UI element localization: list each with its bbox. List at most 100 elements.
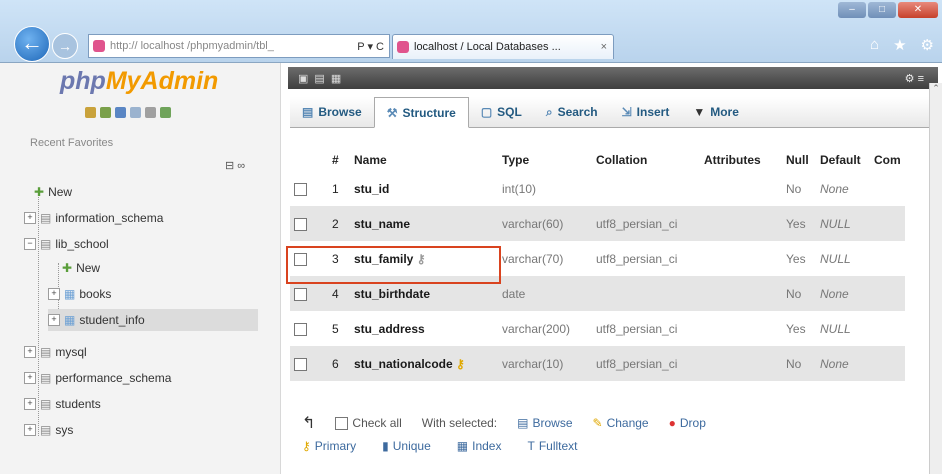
tab-more[interactable]: ▼ More (681, 97, 751, 127)
primary-selected-button[interactable]: ⚷ Primary (302, 439, 356, 453)
forward-button[interactable]: → (52, 33, 78, 59)
pencil-icon: ✎ (592, 416, 603, 430)
tab-favicon-icon (397, 41, 409, 53)
tree-item-information-schema[interactable]: + ▤ information_schema (24, 207, 163, 229)
settings-icon[interactable] (145, 107, 156, 118)
field-null: Yes (782, 206, 816, 241)
row-checkbox[interactable] (294, 217, 307, 231)
field-null: No (782, 276, 816, 311)
check-all-checkbox[interactable] (335, 416, 349, 430)
index-selected-button[interactable]: ▦ Index (457, 439, 502, 453)
database-icon: ▤ (40, 211, 52, 225)
table-tabs: ▤ Browse ⚒ Structure ▢ SQL ⌕ Search ⇲ Insert … (290, 97, 930, 128)
browse-icon: ▤ (302, 105, 314, 119)
col-header-default: Default (820, 153, 861, 167)
tree-item-new-table[interactable]: ✚ New (62, 257, 100, 279)
fulltext-selected-button[interactable]: T Fulltext (527, 439, 577, 453)
table-row: 6 stu_nationalcode ⚷ varchar(10) utf8_pe… (290, 346, 905, 381)
tree-item-label: students (55, 397, 101, 411)
vertical-scrollbar[interactable]: ⌃ (929, 83, 942, 474)
expand-icon[interactable]: + (24, 212, 36, 224)
tree-item-sys[interactable]: + ▤ sys (24, 419, 73, 441)
row-checkbox[interactable] (294, 287, 307, 301)
logo-myadmin-text: MyAdmin (105, 67, 219, 95)
maximize-button[interactable]: □ (868, 2, 896, 18)
home-icon[interactable] (85, 107, 96, 118)
col-header-collation: Collation (596, 153, 648, 167)
browse-icon: ▤ (517, 416, 529, 430)
drop-selected-button[interactable]: ● Drop (669, 416, 706, 430)
check-all-control[interactable]: Check all (335, 416, 402, 430)
field-collation: utf8_persian_ci (596, 321, 678, 336)
field-collation (592, 171, 700, 206)
window-controls: – □ ✕ (838, 2, 938, 18)
phpmyadmin-logo[interactable]: phpMyAdmin (60, 67, 218, 96)
tab-browse[interactable]: ▤ Browse (290, 97, 374, 127)
docs-icon[interactable] (130, 107, 141, 118)
fulltext-label: Fulltext (538, 439, 578, 453)
unique-selected-button[interactable]: ▮ Unique (382, 439, 431, 453)
tree-item-mysql[interactable]: + ▤ mysql (24, 341, 87, 363)
field-default: NULL (816, 206, 870, 241)
expand-icon[interactable]: + (48, 288, 60, 300)
row-checkbox[interactable] (294, 322, 307, 336)
settings-gear-icon[interactable]: ⚙ (921, 36, 934, 54)
favorites-star-icon[interactable]: ★ (893, 36, 906, 54)
help-icon[interactable] (115, 107, 126, 118)
tree-item-label: books (79, 287, 112, 301)
server-icon: ▣ (298, 72, 309, 85)
row-checkbox[interactable] (294, 357, 307, 371)
field-name-text: stu_birthdate (354, 286, 431, 301)
database-icon: ▤ (40, 345, 52, 359)
field-default: NULL (820, 251, 851, 266)
tab-structure[interactable]: ⚒ Structure (373, 97, 469, 128)
minimize-button[interactable]: – (838, 2, 866, 18)
tree-item-lib-school[interactable]: − ▤ lib_school (24, 233, 109, 255)
tab-search[interactable]: ⌕ Search (534, 97, 610, 127)
browse-selected-button[interactable]: ▤ Browse (517, 416, 572, 430)
tree-item-students[interactable]: + ▤ students (24, 393, 101, 415)
field-name-text: stu_name (354, 216, 411, 231)
expand-icon[interactable]: + (24, 372, 36, 384)
recent-tab[interactable]: Recent (30, 137, 65, 149)
expand-icon[interactable]: + (24, 346, 36, 358)
field-collation: utf8_persian_ci (592, 346, 700, 381)
expand-icon[interactable]: + (24, 398, 36, 410)
field-default: NULL (820, 321, 851, 336)
expand-icon[interactable]: + (24, 424, 36, 436)
address-bar[interactable]: http:// localhost /phpmyadmin/tbl_ P ▾ C (88, 34, 390, 58)
sql-icon: ▢ (480, 105, 493, 119)
browser-tab[interactable]: localhost / Local Databases ... × (392, 34, 614, 59)
field-type: date (498, 276, 592, 311)
field-collation: utf8_persian_ci (592, 206, 700, 241)
reload-icon[interactable] (160, 107, 171, 118)
close-window-button[interactable]: ✕ (898, 2, 938, 18)
address-tools[interactable]: P ▾ C (357, 40, 389, 53)
col-header-attributes: Attributes (704, 153, 761, 167)
home-icon[interactable]: ⌂ (870, 36, 879, 54)
tree-item-books[interactable]: + ▦ books (48, 283, 111, 305)
tab-insert[interactable]: ⇲ Insert (610, 97, 682, 127)
scroll-up-icon[interactable]: ⌃ (932, 83, 940, 93)
tree-item-new[interactable]: ✚ New (34, 181, 72, 203)
favorites-tab[interactable]: Favorites (68, 137, 113, 149)
table-header-row: # Name Type Collation Attributes Null De… (290, 149, 905, 171)
change-selected-button[interactable]: ✎ Change (593, 416, 649, 430)
table-icon: ▦ (330, 72, 342, 85)
exit-icon[interactable] (100, 107, 111, 118)
field-name: stu_name (350, 206, 498, 241)
col-header-name: Name (354, 153, 387, 167)
tree-item-student-info[interactable]: + ▦ student_info (48, 309, 258, 331)
collapse-icon: ⊟ ∞ (225, 160, 246, 172)
tab-close-icon[interactable]: × (601, 41, 613, 53)
tree-item-performance-schema[interactable]: + ▤ performance_schema (24, 367, 171, 389)
field-null: No (786, 181, 802, 196)
collapse-icon[interactable]: − (24, 238, 36, 250)
back-button[interactable]: ← (14, 26, 50, 62)
field-null: No (782, 346, 816, 381)
collapse-all-control[interactable]: ⊟ ∞ (225, 159, 245, 172)
expand-icon[interactable]: + (48, 314, 60, 326)
search-icon: ⌕ (545, 104, 553, 119)
tab-sql[interactable]: ▢ SQL (469, 97, 534, 127)
row-checkbox[interactable] (294, 182, 307, 196)
